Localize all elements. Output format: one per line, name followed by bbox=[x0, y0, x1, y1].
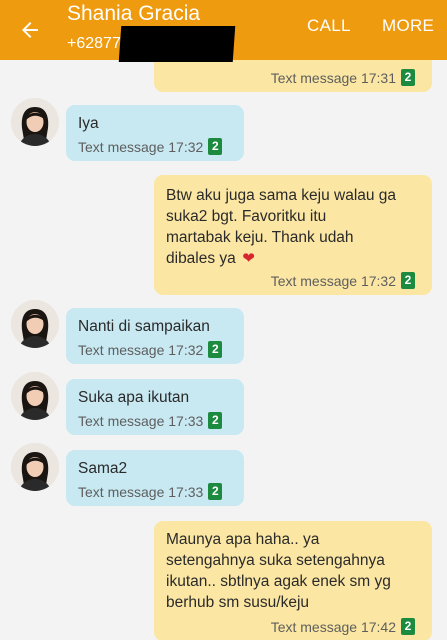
message-text: Suka apa ikutan bbox=[78, 389, 190, 406]
message-meta: Text message 17:32 2 bbox=[78, 341, 223, 358]
sim-badge: 2 bbox=[208, 341, 223, 358]
message-timestamp: Text message 17:33 bbox=[78, 483, 204, 500]
back-arrow-icon bbox=[22, 22, 38, 38]
message-text: Iya bbox=[78, 115, 99, 132]
contact-avatar[interactable] bbox=[11, 443, 59, 491]
contact-name: Shania Gracia bbox=[67, 2, 201, 25]
contact-avatar[interactable] bbox=[11, 300, 59, 348]
message-bubble-outgoing[interactable]: Text message 17:31 2 bbox=[154, 60, 432, 92]
message-meta: Text message 17:32 2 bbox=[78, 138, 223, 155]
message-bubble-incoming[interactable]: Nanti di sampaikan Text message 17:32 2 bbox=[66, 308, 244, 364]
message-body: Btw aku juga sama keju walau ga suka2 bg… bbox=[166, 185, 428, 269]
back-button[interactable] bbox=[8, 8, 52, 52]
contact-avatar-icon bbox=[11, 443, 59, 491]
message-thread[interactable]: Text message 17:31 2 Iya Text message 17… bbox=[0, 60, 447, 640]
message-text: Maunya apa haha.. ya setengahnya suka se… bbox=[166, 531, 391, 611]
message-meta: Text message 17:42 2 bbox=[271, 618, 415, 635]
message-text: Sama2 bbox=[78, 460, 128, 477]
more-button[interactable]: MORE bbox=[382, 15, 434, 37]
message-meta: Text message 17:33 2 bbox=[78, 483, 223, 500]
message-timestamp: Text message 17:32 bbox=[270, 272, 396, 289]
message-meta: Text message 17:32 2 bbox=[271, 272, 415, 289]
contact-avatar[interactable] bbox=[11, 98, 59, 146]
message-timestamp: Text message 17:31 bbox=[270, 69, 396, 86]
message-text: Nanti di sampaikan bbox=[78, 318, 210, 335]
sim-badge: 2 bbox=[401, 272, 415, 289]
sim-badge: 2 bbox=[208, 483, 223, 500]
heart-emoji: ❤ bbox=[242, 250, 255, 267]
message-timestamp: Text message 17:32 bbox=[78, 138, 204, 155]
message-bubble-incoming[interactable]: Suka apa ikutan Text message 17:33 2 bbox=[66, 379, 244, 435]
contact-avatar-icon bbox=[11, 372, 59, 420]
contact-number: +62877 bbox=[67, 35, 121, 52]
sim-badge: 2 bbox=[401, 618, 415, 635]
message-bubble-incoming[interactable]: Iya Text message 17:32 2 bbox=[66, 105, 244, 161]
app-bar: Shania Gracia +62877 CALL MORE bbox=[0, 0, 447, 62]
message-timestamp: Text message 17:33 bbox=[78, 412, 204, 429]
sim-badge: 2 bbox=[401, 69, 415, 86]
contact-avatar[interactable] bbox=[11, 372, 59, 420]
call-button[interactable]: CALL bbox=[307, 15, 351, 37]
sim-badge: 2 bbox=[208, 412, 223, 429]
contact-avatar-icon bbox=[11, 300, 59, 348]
message-timestamp: Text message 17:32 bbox=[78, 341, 204, 358]
message-bubble-outgoing[interactable]: Btw aku juga sama keju walau ga suka2 bg… bbox=[154, 175, 432, 295]
message-timestamp: Text message 17:42 bbox=[270, 618, 396, 635]
message-text: Btw aku juga sama keju walau ga suka2 bg… bbox=[166, 187, 397, 267]
sim-badge: 2 bbox=[208, 138, 223, 155]
message-meta: Text message 17:33 2 bbox=[78, 412, 223, 429]
contact-avatar-icon bbox=[11, 98, 59, 146]
redaction-block bbox=[118, 26, 236, 62]
message-meta: Text message 17:31 2 bbox=[271, 69, 415, 86]
message-bubble-outgoing[interactable]: Maunya apa haha.. ya setengahnya suka se… bbox=[154, 521, 432, 640]
message-bubble-incoming[interactable]: Sama2 Text message 17:33 2 bbox=[66, 450, 244, 506]
